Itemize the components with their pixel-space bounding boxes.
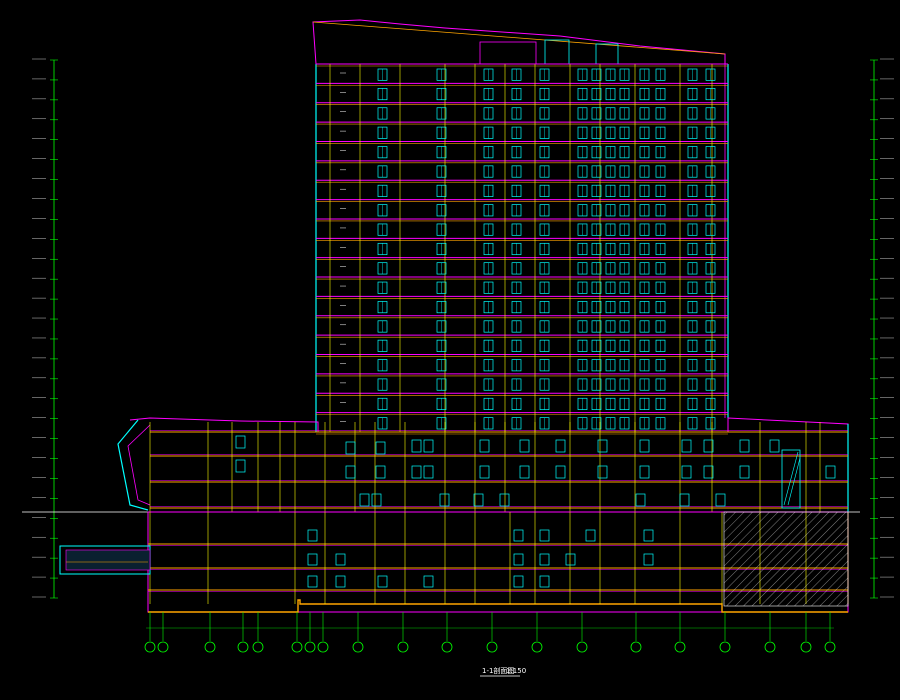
drawing-scale: 1:150 (506, 667, 526, 675)
drawing-title-block: 1-1剖面图 1:150 (480, 666, 526, 677)
parking-ramp-hatch (723, 511, 849, 607)
tunnel-inner (65, 549, 151, 571)
section-drawing: 1-1剖面图 1:150 (0, 0, 900, 700)
